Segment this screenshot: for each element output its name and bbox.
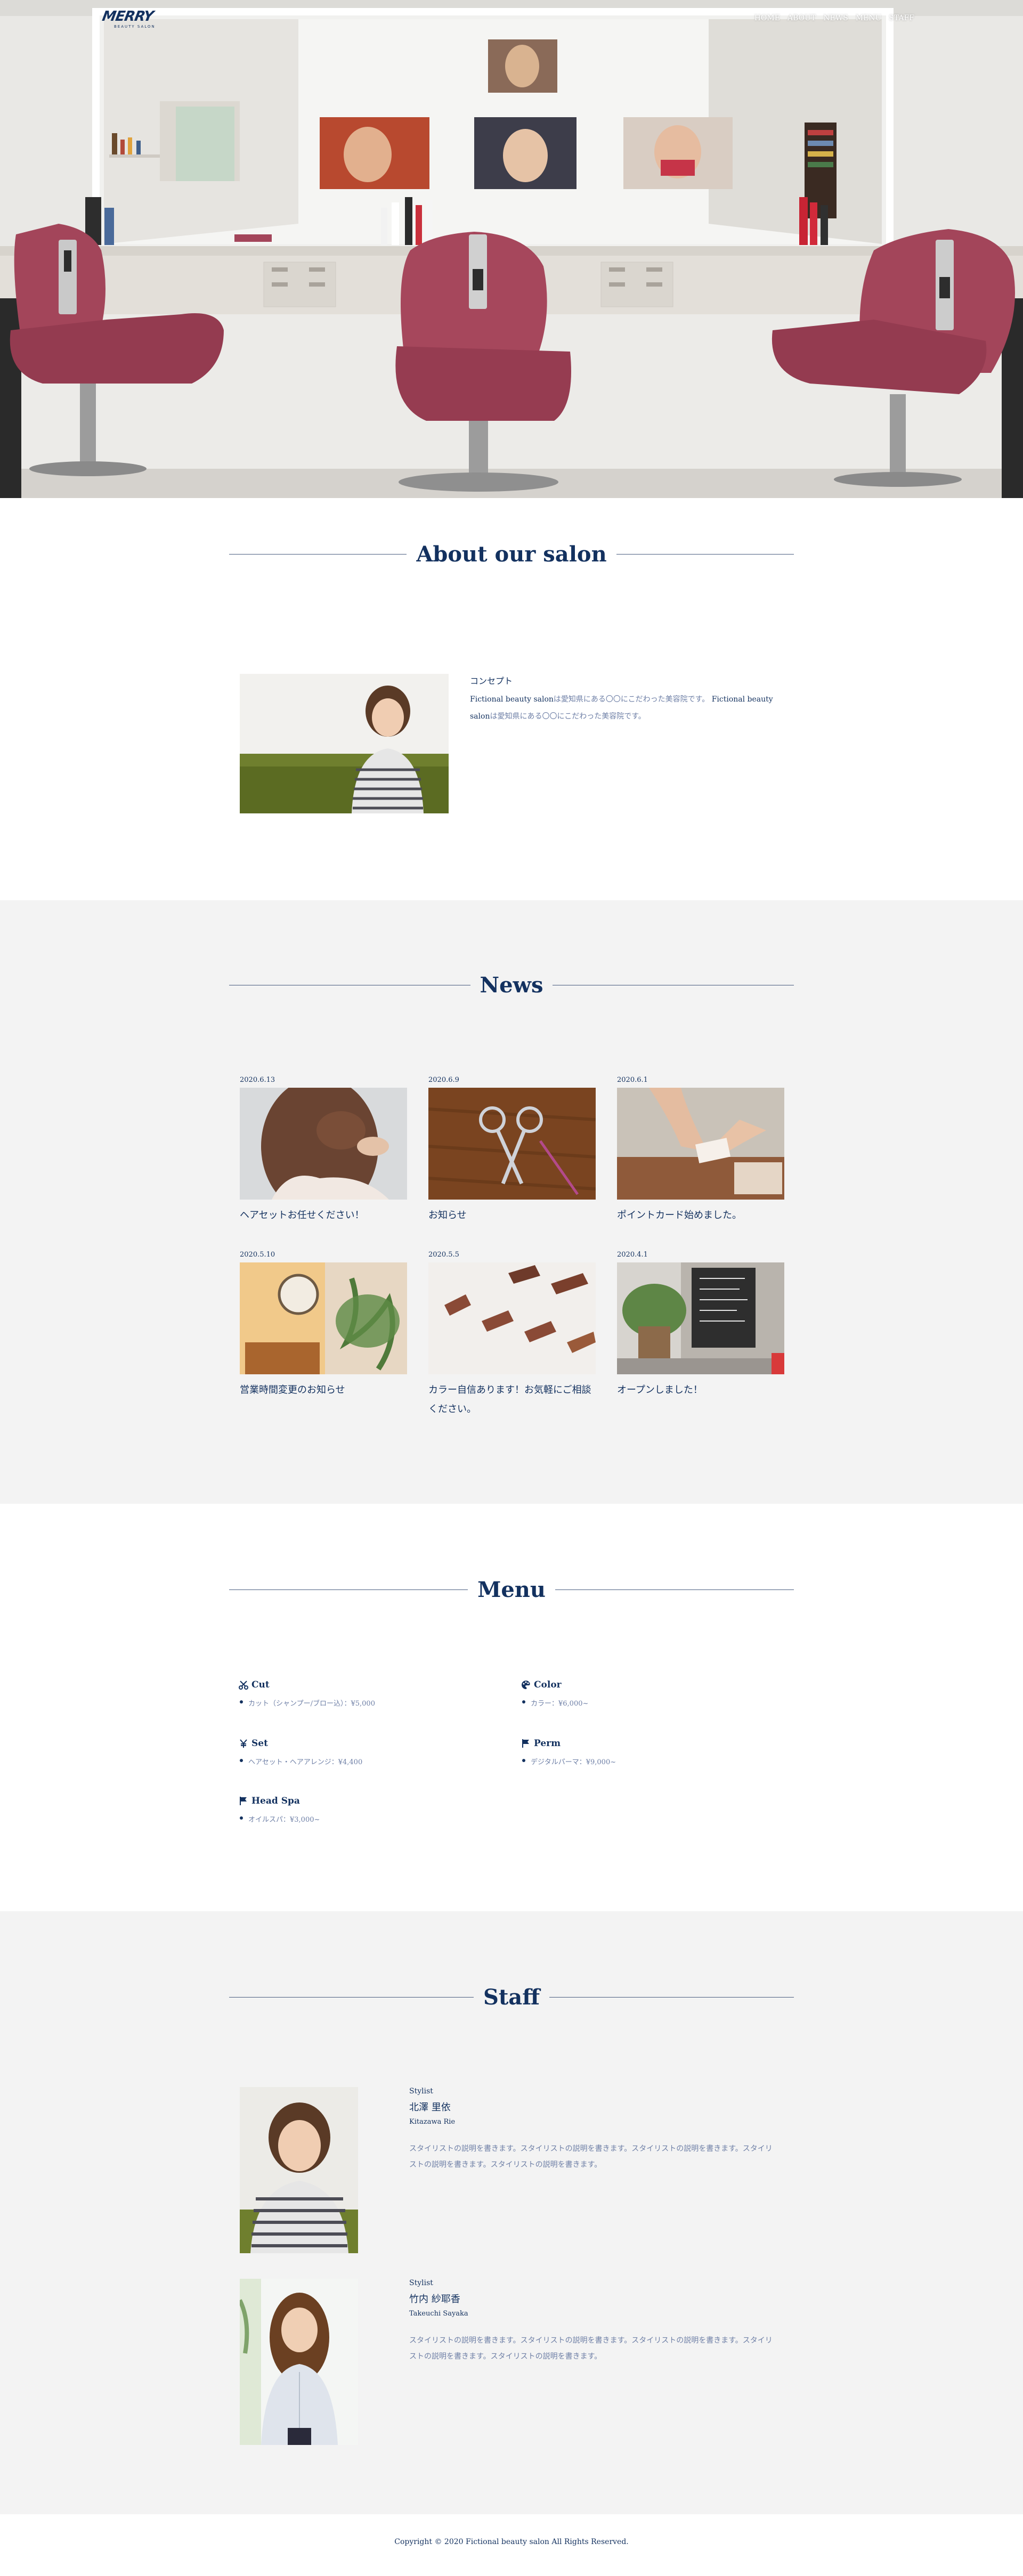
- hero-salon-photo: [0, 0, 1023, 498]
- heading-rule-left: [229, 554, 407, 555]
- news-item[interactable]: 2020.5.10 営業時間変更のお知らせ: [240, 1251, 407, 1400]
- staff-bio: スタイリストの説明を書きます。スタイリストの説明を書きます。スタイリストの説明を…: [409, 2336, 773, 2361]
- about-title: About our salon: [416, 542, 607, 567]
- news-caption: カラー自信あります！お気軽にご相談ください。: [428, 1384, 591, 1415]
- news-section: News 2020.6.13 ヘアセットお任せください！ 2020.6.9 お知…: [0, 900, 1023, 1504]
- news-caption: ポイントカード始めました。: [617, 1210, 742, 1221]
- nav-about[interactable]: ABOUT: [787, 14, 816, 22]
- news-image-color-swatches[interactable]: [428, 1262, 596, 1374]
- menu-price-line: カット（シャンプー/ブロー込）：¥5,000: [239, 1698, 452, 1708]
- staff-member: Stylist 竹内 紗耶香 Takeuchi Sayaka スタイリストの説明…: [240, 2279, 783, 2445]
- scissors-icon: [239, 1681, 248, 1690]
- menu-item-name: Cut: [251, 1680, 270, 1690]
- heading-rule-right: [616, 554, 794, 555]
- about-heading: About our salon: [229, 542, 794, 567]
- menu-title: Menu: [477, 1577, 546, 1602]
- menu-item-name: Set: [251, 1738, 268, 1749]
- menu-item-name: Perm: [534, 1738, 561, 1749]
- menu-price-line: オイルスパ：¥3,000~: [239, 1814, 452, 1824]
- staff-role: Stylist: [409, 2087, 433, 2096]
- logo-mark: MERRY: [101, 9, 155, 25]
- staff-member: Stylist 北澤 里依 Kitazawa Rie スタイリストの説明を書きま…: [240, 2087, 783, 2253]
- news-image-interior[interactable]: [240, 1262, 407, 1374]
- news-item[interactable]: 2020.4.1 オープンしました！: [617, 1251, 784, 1400]
- staff-heading: Staff: [229, 1985, 794, 2010]
- description-text: は愛知県にある〇〇にこだわった美容院です。: [490, 712, 646, 721]
- staff-photo: [240, 2087, 358, 2253]
- menu-item-set: Set ヘアセット・ヘアアレンジ：¥4,400: [239, 1738, 452, 1766]
- menu-item-name: Color: [534, 1680, 562, 1690]
- news-item[interactable]: 2020.6.1 ポイントカード始めました。: [617, 1076, 784, 1225]
- salon-logo[interactable]: MERRY BEAUTY SALON: [101, 9, 161, 31]
- news-heading: News: [229, 973, 794, 998]
- menu-item-head-spa: Head Spa オイルスパ：¥3,000~: [239, 1796, 452, 1824]
- news-date: 2020.6.1: [617, 1076, 648, 1084]
- site-footer: Copyright © 2020 Fictional beauty salon …: [0, 2514, 1023, 2576]
- flag-icon: [240, 1797, 247, 1805]
- staff-photo: [240, 2279, 358, 2445]
- news-title: News: [480, 973, 543, 998]
- menu-price-line: ヘアセット・ヘアアレンジ：¥4,400: [239, 1756, 452, 1766]
- staff-name-roman: Kitazawa Rie: [409, 2118, 456, 2126]
- flag-icon: [522, 1739, 529, 1748]
- about-photo: [240, 674, 449, 813]
- news-date: 2020.5.5: [428, 1251, 459, 1259]
- nav-home[interactable]: HOME: [754, 14, 780, 22]
- staff-role: Stylist: [409, 2279, 433, 2287]
- menu-price-line: デジタルパーマ：¥9,000~: [521, 1756, 734, 1766]
- logo-subtitle: BEAUTY SALON: [114, 25, 156, 29]
- news-image-scissors[interactable]: [428, 1088, 596, 1200]
- news-caption: ヘアセットお任せください！: [240, 1210, 364, 1221]
- news-date: 2020.5.10: [240, 1251, 275, 1259]
- news-date: 2020.4.1: [617, 1251, 648, 1259]
- staff-title: Staff: [483, 1985, 540, 2010]
- news-date: 2020.6.13: [240, 1076, 275, 1084]
- news-image-storefront[interactable]: [617, 1262, 784, 1374]
- palette-icon: [522, 1681, 530, 1689]
- news-caption: オープンしました！: [617, 1384, 703, 1396]
- salon-name: Fictional beauty salon: [470, 695, 554, 704]
- heading-rule-left: [229, 1997, 474, 1998]
- staff-name: 竹内 紗耶香: [409, 2294, 460, 2305]
- news-caption: お知らせ: [428, 1210, 467, 1221]
- staff-name-roman: Takeuchi Sayaka: [409, 2310, 468, 2318]
- heading-rule-right: [555, 1589, 794, 1590]
- news-image-hair-set[interactable]: [240, 1088, 407, 1200]
- description-text: は愛知県にある〇〇にこだわった美容院です。: [553, 695, 710, 704]
- news-date: 2020.6.9: [428, 1076, 459, 1084]
- about-section: About our salon コンセプト Fictional beauty s…: [0, 498, 1023, 900]
- news-image-point-card[interactable]: [617, 1088, 784, 1200]
- staff-bio: スタイリストの説明を書きます。スタイリストの説明を書きます。スタイリストの説明を…: [409, 2145, 773, 2169]
- nav-menu[interactable]: MENU: [856, 14, 882, 22]
- news-item[interactable]: 2020.6.13 ヘアセットお任せください！: [240, 1076, 407, 1225]
- menu-item-name: Head Spa: [251, 1796, 300, 1806]
- hero-section: MERRY BEAUTY SALON HOME ABOUT NEWS MENU …: [0, 0, 1023, 498]
- news-item[interactable]: 2020.6.9 お知らせ: [428, 1076, 596, 1225]
- nav-staff[interactable]: STAFF: [889, 14, 914, 22]
- about-text: コンセプト Fictional beauty salonは愛知県にある〇〇にこだ…: [470, 674, 774, 725]
- staff-section: Staff Stylist 北澤 里依 Kitazawa Rie スタイリストの…: [0, 1911, 1023, 2514]
- about-description: Fictional beauty salonは愛知県にある〇〇にこだわった美容院…: [470, 691, 774, 725]
- staff-name: 北澤 里依: [409, 2102, 451, 2113]
- copyright-text: Copyright © 2020 Fictional beauty salon …: [394, 2538, 629, 2546]
- news-item[interactable]: 2020.5.5 カラー自信あります！お気軽にご相談ください。: [428, 1251, 596, 1419]
- main-nav: HOME ABOUT NEWS MENU STAFF: [754, 14, 914, 22]
- menu-item-cut: Cut カット（シャンプー/ブロー込）：¥5,000: [239, 1680, 452, 1708]
- concept-label: コンセプト: [470, 676, 513, 686]
- yen-icon: [240, 1739, 247, 1748]
- heading-rule-left: [229, 1589, 468, 1590]
- menu-price-line: カラー：¥6,000~: [521, 1698, 734, 1708]
- nav-news[interactable]: NEWS: [823, 14, 848, 22]
- menu-item-color: Color カラー：¥6,000~: [521, 1680, 734, 1708]
- heading-rule-right: [549, 1997, 794, 1998]
- menu-section: Menu Cut カット（シャンプー/ブロー込）：¥5,000 Color カラ…: [0, 1504, 1023, 1911]
- menu-heading: Menu: [229, 1577, 794, 1602]
- news-caption: 営業時間変更のお知らせ: [240, 1384, 345, 1396]
- menu-item-perm: Perm デジタルパーマ：¥9,000~: [521, 1738, 734, 1766]
